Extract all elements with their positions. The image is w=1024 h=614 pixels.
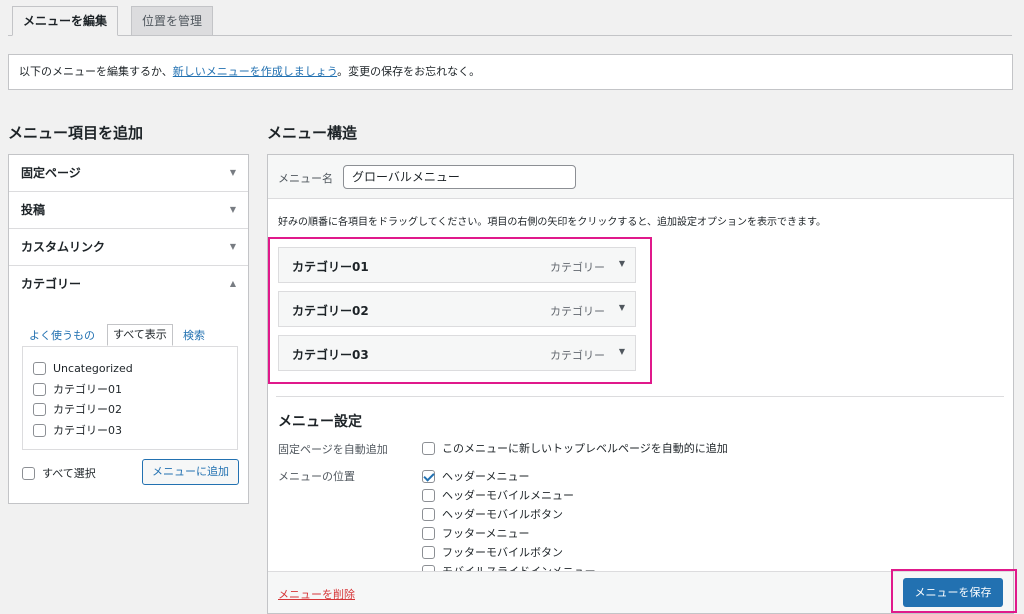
location-option[interactable]: ヘッダーモバイルボタン xyxy=(422,506,563,522)
menu-structure-panel: メニュー名 グローバルメニュー 好みの順番に各項目をドラッグしてください。項目の… xyxy=(267,154,1014,614)
triangle-down-icon[interactable]: ▼ xyxy=(619,259,625,268)
menu-settings-title: メニュー設定 xyxy=(278,414,362,430)
section-label: カテゴリー xyxy=(21,277,82,291)
menu-item-title: カテゴリー01 xyxy=(292,260,369,274)
menu-item-type: カテゴリー xyxy=(550,305,605,318)
notice-bar: 以下のメニューを編集するか、新しいメニューを作成しましょう。変更の保存をお忘れな… xyxy=(8,54,1013,90)
tab-search[interactable]: 検索 xyxy=(183,326,205,346)
checkbox[interactable] xyxy=(33,361,46,375)
checkbox-checked[interactable] xyxy=(422,469,435,483)
category-option[interactable]: カテゴリー03 xyxy=(33,421,122,439)
auto-add-option-label: このメニューに新しいトップレベルページを自動的に追加 xyxy=(442,442,728,455)
category-checklist: Uncategorized カテゴリー01 カテゴリー02 カテゴリー03 xyxy=(22,346,238,450)
drag-instruction: 好みの順番に各項目をドラッグしてください。項目の右側の矢印をクリックすると、追加… xyxy=(278,217,826,228)
category-option[interactable]: Uncategorized xyxy=(33,359,133,377)
menu-item-type: カテゴリー xyxy=(550,349,605,362)
triangle-down-icon: ▼ xyxy=(229,242,236,251)
nav-tabs: メニューを編集 位置を管理 xyxy=(8,0,1012,36)
location-label: フッターメニュー xyxy=(442,527,530,540)
category-label: Uncategorized xyxy=(53,361,133,375)
section-label: 固定ページ xyxy=(21,166,81,180)
add-menu-items-panel: 固定ページ ▼ 投稿 ▼ カスタムリンク ▼ カテゴリー ▲ よく使うもの すべて表示 … xyxy=(8,154,249,504)
section-posts[interactable]: 投稿 ▼ xyxy=(9,192,248,229)
section-label: 投稿 xyxy=(21,203,46,217)
checkbox[interactable] xyxy=(33,402,46,416)
location-label: ヘッダーモバイルメニュー xyxy=(442,489,574,502)
triangle-down-icon[interactable]: ▼ xyxy=(619,303,625,312)
menu-item-title: カテゴリー03 xyxy=(292,348,369,362)
auto-add-label: 固定ページを自動追加 xyxy=(278,443,388,456)
triangle-down-icon[interactable]: ▼ xyxy=(619,347,625,356)
menu-item[interactable]: カテゴリー01 カテゴリー ▼ xyxy=(278,247,636,283)
category-label: カテゴリー02 xyxy=(53,403,122,416)
menu-item[interactable]: カテゴリー03 カテゴリー ▼ xyxy=(278,335,636,371)
triangle-up-icon: ▲ xyxy=(229,279,236,288)
notice-text-after: 。変更の保存をお忘れなく。 xyxy=(337,65,481,78)
menu-name-row: メニュー名 グローバルメニュー xyxy=(268,155,1013,199)
select-all[interactable]: すべて選択 xyxy=(22,465,96,481)
checkbox[interactable] xyxy=(422,545,435,559)
category-option[interactable]: カテゴリー01 xyxy=(33,380,122,398)
triangle-down-icon: ▼ xyxy=(229,168,236,177)
checkbox[interactable] xyxy=(33,423,46,437)
select-all-label: すべて選択 xyxy=(42,467,96,480)
select-all-checkbox[interactable] xyxy=(22,466,35,480)
location-option[interactable]: フッターメニュー xyxy=(422,525,530,541)
auto-add-option[interactable]: このメニューに新しいトップレベルページを自動的に追加 xyxy=(422,440,728,456)
section-label: カスタムリンク xyxy=(21,240,106,254)
section-pages[interactable]: 固定ページ ▼ xyxy=(9,155,248,192)
location-label: ヘッダーモバイルボタン xyxy=(442,508,563,521)
menu-items-highlight: カテゴリー01 カテゴリー ▼ カテゴリー02 カテゴリー ▼ カテゴリー03 … xyxy=(268,237,652,384)
checkbox[interactable] xyxy=(422,526,435,540)
location-label: フッターモバイルボタン xyxy=(442,546,563,559)
menu-name-input[interactable]: グローバルメニュー xyxy=(343,165,576,189)
add-menu-items-title: メニュー項目を追加 xyxy=(8,124,144,142)
notice-text-before: 以下のメニューを編集するか、 xyxy=(19,65,173,78)
tab-view-all[interactable]: すべて表示 xyxy=(107,324,173,346)
category-label: カテゴリー03 xyxy=(53,424,122,437)
create-new-menu-link[interactable]: 新しいメニューを作成しましょう xyxy=(173,65,337,78)
menu-structure-title: メニュー構造 xyxy=(267,124,358,142)
menu-location-label: メニューの位置 xyxy=(278,470,355,483)
location-option[interactable]: ヘッダーメニュー xyxy=(422,468,530,484)
triangle-down-icon: ▼ xyxy=(229,205,236,214)
menu-item-type: カテゴリー xyxy=(550,261,605,274)
category-option[interactable]: カテゴリー02 xyxy=(33,400,122,418)
category-label: カテゴリー01 xyxy=(53,383,122,396)
menu-item-title: カテゴリー02 xyxy=(292,304,369,318)
section-categories[interactable]: カテゴリー ▲ xyxy=(9,266,248,303)
delete-menu-link[interactable]: メニューを削除 xyxy=(278,586,355,602)
checkbox[interactable] xyxy=(422,507,435,521)
section-custom-links[interactable]: カスタムリンク ▼ xyxy=(9,229,248,266)
location-option[interactable]: ヘッダーモバイルメニュー xyxy=(422,487,574,503)
location-option[interactable]: フッターモバイルボタン xyxy=(422,544,563,560)
tab-manage-locations[interactable]: 位置を管理 xyxy=(131,6,214,36)
save-menu-button[interactable]: メニューを保存 xyxy=(903,578,1003,607)
menu-item[interactable]: カテゴリー02 カテゴリー ▼ xyxy=(278,291,636,327)
checkbox[interactable] xyxy=(33,382,46,396)
tab-edit-menu[interactable]: メニューを編集 xyxy=(12,6,119,36)
location-label: ヘッダーメニュー xyxy=(442,470,530,483)
menu-name-label: メニュー名 xyxy=(278,172,333,185)
divider xyxy=(276,396,1004,397)
checkbox[interactable] xyxy=(422,441,435,455)
add-to-menu-button[interactable]: メニューに追加 xyxy=(142,459,239,485)
checkbox[interactable] xyxy=(422,488,435,502)
tab-most-used[interactable]: よく使うもの xyxy=(29,326,95,346)
